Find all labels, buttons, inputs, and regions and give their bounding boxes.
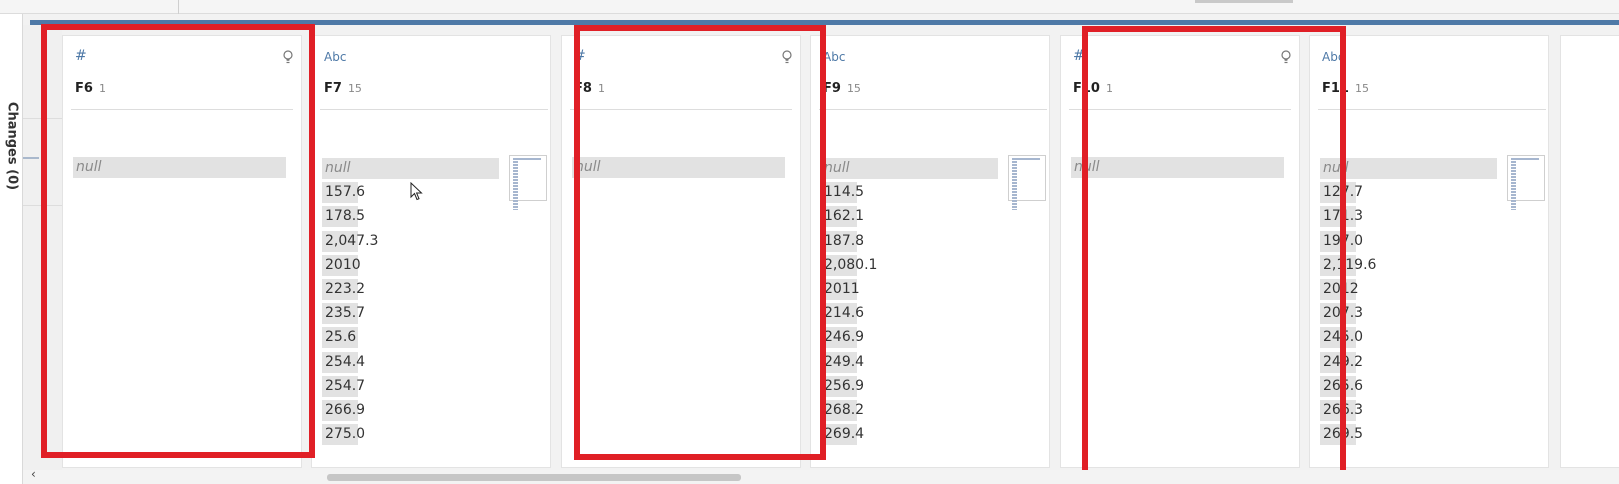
distinct-count: 15 — [347, 82, 362, 95]
value-text: 162.1 — [824, 208, 865, 225]
value-row[interactable]: 114.5 — [821, 181, 998, 205]
highlight-box-f10 — [1082, 26, 1346, 478]
value-row[interactable]: null — [322, 157, 499, 181]
scrollbar-thumb[interactable] — [327, 474, 741, 481]
field-name[interactable]: F7 15 — [324, 81, 362, 96]
value-row[interactable]: 249.4 — [821, 351, 998, 375]
distribution-sparkline[interactable] — [1008, 155, 1046, 210]
value-text: 246.9 — [824, 329, 865, 346]
value-text: 2,047.3 — [325, 232, 379, 249]
distribution-sparkline[interactable] — [1507, 155, 1545, 210]
string-abc-icon[interactable]: Abc — [324, 50, 346, 64]
value-row[interactable]: 178.5 — [322, 205, 499, 229]
value-row[interactable]: null — [821, 157, 998, 181]
value-row[interactable]: 268.2 — [821, 399, 998, 423]
header-divider — [1318, 109, 1546, 110]
value-row[interactable]: 245.0 — [1320, 326, 1497, 350]
highlight-box-f8 — [574, 25, 826, 460]
changes-label[interactable]: Changes (0) — [5, 102, 20, 190]
value-list: null 114.5 162.1 187.8 2,080.1 2011 214.… — [821, 157, 998, 447]
value-text: 275.0 — [325, 426, 366, 443]
value-text: 266.9 — [325, 401, 366, 418]
sparkline-bars — [1012, 158, 1017, 210]
column-card-partial[interactable] — [1560, 35, 1619, 468]
value-row[interactable]: 162.1 — [821, 205, 998, 229]
value-text: 268.2 — [824, 401, 865, 418]
fragment-sparkline — [23, 157, 39, 159]
value-text: 157.6 — [325, 184, 366, 201]
value-row[interactable]: 223.2 — [322, 278, 499, 302]
value-list: null 127.7 171.3 197.0 2,119.6 2012 207.… — [1320, 157, 1497, 447]
value-row[interactable]: 214.6 — [821, 302, 998, 326]
value-row[interactable]: 254.4 — [322, 351, 499, 375]
value-row[interactable]: 235.7 — [322, 302, 499, 326]
sparkline-bars — [513, 158, 518, 210]
value-text: 254.4 — [325, 353, 366, 370]
value-text: 256.9 — [824, 377, 865, 394]
profile-pane: Changes (0) # F6 1 null Abc F7 15 null 157… — [0, 0, 1619, 484]
distinct-count: 15 — [846, 82, 861, 95]
value-row[interactable]: 249.2 — [1320, 351, 1497, 375]
mouse-cursor-icon — [410, 182, 423, 201]
top-toolbar — [0, 0, 1619, 14]
column-card-f9[interactable]: Abc F9 15 null 114.5 162.1 187.8 2,080.1 … — [810, 35, 1050, 468]
value-row[interactable]: 266.9 — [322, 399, 499, 423]
value-row[interactable]: 2011 — [821, 278, 998, 302]
value-text: 223.2 — [325, 280, 366, 297]
value-row[interactable]: 2,047.3 — [322, 230, 499, 254]
value-text: 249.4 — [824, 353, 865, 370]
value-row[interactable]: null — [1320, 157, 1497, 181]
value-row[interactable]: 275.0 — [322, 423, 499, 447]
toolbar-divider — [178, 0, 179, 14]
value-row[interactable]: 197.0 — [1320, 230, 1497, 254]
value-row[interactable]: 269.5 — [1320, 423, 1497, 447]
value-row[interactable]: 246.9 — [821, 326, 998, 350]
sparkline-bars — [1511, 158, 1516, 210]
header-divider — [819, 109, 1047, 110]
scroll-left-icon[interactable]: ‹ — [31, 467, 36, 481]
column-card-f7[interactable]: Abc F7 15 null 157.6 178.5 2,047.3 2010 2… — [311, 35, 551, 468]
value-text: null — [325, 160, 351, 176]
value-row[interactable]: 127.7 — [1320, 181, 1497, 205]
value-row[interactable]: 2,080.1 — [821, 254, 998, 278]
field-name[interactable]: F9 15 — [823, 81, 861, 96]
value-text: 254.7 — [325, 377, 366, 394]
distinct-count: 15 — [1354, 82, 1369, 95]
string-abc-icon[interactable]: Abc — [823, 50, 845, 64]
value-row[interactable]: 265.6 — [1320, 375, 1497, 399]
value-text: 2011 — [824, 280, 860, 297]
value-text: 178.5 — [325, 208, 366, 225]
value-text: 269.4 — [824, 426, 865, 443]
value-text: 25.6 — [325, 329, 357, 346]
toolbar-scroll-indicator[interactable] — [1195, 0, 1293, 3]
value-text: 214.6 — [824, 305, 865, 322]
value-row[interactable]: 187.8 — [821, 230, 998, 254]
header-divider — [320, 109, 548, 110]
value-row[interactable]: 171.3 — [1320, 205, 1497, 229]
value-row[interactable]: 25.6 — [322, 326, 499, 350]
value-row[interactable]: 254.7 — [322, 375, 499, 399]
field-name-text: F7 — [324, 81, 342, 96]
value-row[interactable]: 256.9 — [821, 375, 998, 399]
horizontal-scrollbar[interactable]: ‹ — [23, 467, 1619, 484]
value-row[interactable]: 266.3 — [1320, 399, 1497, 423]
changes-rail[interactable]: Changes (0) — [0, 14, 23, 484]
value-row[interactable]: 2,119.6 — [1320, 254, 1497, 278]
value-text: 187.8 — [824, 232, 865, 249]
value-row[interactable]: 2010 — [322, 254, 499, 278]
value-text: 2,080.1 — [824, 256, 878, 273]
distribution-sparkline[interactable] — [509, 155, 547, 210]
value-row[interactable]: 207.3 — [1320, 302, 1497, 326]
value-row[interactable]: 2012 — [1320, 278, 1497, 302]
value-text: 114.5 — [824, 184, 865, 201]
value-text: 235.7 — [325, 305, 366, 322]
value-row[interactable]: 269.4 — [821, 423, 998, 447]
value-text: 2010 — [325, 256, 361, 273]
highlight-box-f6 — [41, 24, 315, 458]
